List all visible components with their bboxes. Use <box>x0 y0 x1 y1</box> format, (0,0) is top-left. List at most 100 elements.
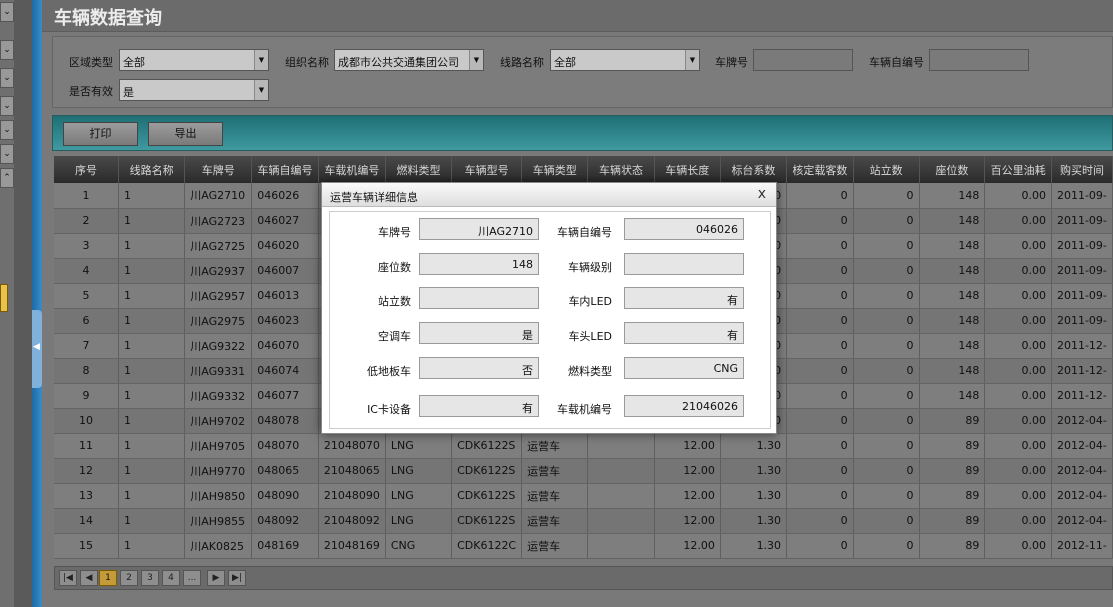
export-button[interactable]: 导出 <box>148 122 223 146</box>
collapse-splitter[interactable]: ◀ <box>32 310 42 388</box>
org-name-select[interactable]: 成都市公共交通集团公司 ▼ <box>334 49 484 71</box>
column-header[interactable]: 序号 <box>54 156 120 183</box>
table-cell: 148 <box>919 308 986 334</box>
table-cell: 2012-11- <box>1051 533 1113 559</box>
table-cell: 0 <box>786 433 854 459</box>
page-1-button[interactable]: 1 <box>99 570 117 586</box>
column-header[interactable]: 百公里油耗 <box>984 156 1052 183</box>
device-no-field[interactable]: 21046026 <box>624 395 744 417</box>
table-cell: 12.00 <box>654 433 721 459</box>
nav-chevron-icon[interactable]: ⌄ <box>0 120 14 140</box>
table-row[interactable]: 11 1 川AH9705 048070 21048070 LNG CDK6122S 运营车 12… <box>54 433 1113 459</box>
table-cell: 0 <box>853 308 920 334</box>
column-header[interactable]: 车辆类型 <box>521 156 589 183</box>
table-cell: 2011-09- <box>1051 183 1113 209</box>
table-cell: 21048090 <box>318 483 386 509</box>
table-cell: 12.00 <box>654 458 721 484</box>
table-cell: 0.00 <box>984 433 1052 459</box>
column-header[interactable]: 燃料类型 <box>385 156 453 183</box>
table-cell: 1 <box>118 258 186 284</box>
next-page-button[interactable]: ▶ <box>207 570 225 586</box>
level-field[interactable] <box>624 253 744 275</box>
close-icon[interactable]: x <box>758 186 766 202</box>
line-name-select[interactable]: 全部 ▼ <box>550 49 700 71</box>
self-no-input[interactable] <box>929 49 1029 71</box>
table-cell: 046007 <box>251 258 319 284</box>
table-cell: 89 <box>919 458 986 484</box>
table-row[interactable]: 12 1 川AH9770 048065 21048065 LNG CDK6122S 运营车 12… <box>54 458 1113 484</box>
table-row[interactable]: 13 1 川AH9850 048090 21048090 LNG CDK6122S 运营车 12… <box>54 483 1113 509</box>
table-cell: 1 <box>118 383 186 409</box>
table-row[interactable]: 14 1 川AH9855 048092 21048092 LNG CDK6122S 运营车 12… <box>54 508 1113 534</box>
first-page-button[interactable]: |◀ <box>59 570 77 586</box>
nav-chevron-icon[interactable]: ⌄ <box>0 96 14 116</box>
column-header[interactable]: 站立数 <box>853 156 920 183</box>
fuel-field[interactable]: CNG <box>624 357 744 379</box>
page-3-button[interactable]: 3 <box>141 570 159 586</box>
column-header[interactable]: 车牌号 <box>184 156 253 183</box>
table-cell: 川AG9331 <box>184 358 253 384</box>
area-type-select[interactable]: 全部 ▼ <box>119 49 269 71</box>
table-cell: 川AH9702 <box>184 408 253 434</box>
table-cell: 0.00 <box>984 208 1052 234</box>
plate-no-input[interactable] <box>753 49 853 71</box>
table-cell: 0.00 <box>984 183 1052 209</box>
org-name-label: 组织名称 <box>285 56 329 69</box>
title-bar: 车辆数据查询 <box>42 0 1113 32</box>
self-no-field[interactable]: 046026 <box>624 218 744 240</box>
nav-chevron-icon[interactable]: ⌃ <box>0 168 14 188</box>
nav-chevron-icon[interactable]: ⌄ <box>0 40 14 60</box>
column-header[interactable]: 车辆自编号 <box>251 156 319 183</box>
column-header[interactable]: 购买时间 <box>1051 156 1113 183</box>
org-name-value: 成都市公共交通集团公司 <box>338 56 459 69</box>
column-header[interactable]: 车辆状态 <box>587 156 655 183</box>
table-cell: 21048070 <box>318 433 386 459</box>
valid-select[interactable]: 是 ▼ <box>119 79 269 101</box>
table-cell: CDK6122S <box>451 433 523 459</box>
table-cell: 2011-09- <box>1051 283 1113 309</box>
head-led-field[interactable]: 有 <box>624 322 744 344</box>
prev-page-button[interactable]: ◀ <box>80 570 98 586</box>
nav-chevron-icon[interactable]: ⌄ <box>0 68 14 88</box>
print-button[interactable]: 打印 <box>63 122 138 146</box>
table-cell: 148 <box>919 383 986 409</box>
column-header[interactable]: 核定载客数 <box>786 156 854 183</box>
column-header[interactable]: 车载机编号 <box>318 156 386 183</box>
toolbar: 打印 导出 <box>52 115 1113 151</box>
nav-chevron-icon[interactable]: ⌄ <box>0 2 14 22</box>
table-cell: 运营车 <box>521 533 589 559</box>
last-page-button[interactable]: ▶| <box>228 570 246 586</box>
collapse-arrow-icon: ◀ <box>33 342 40 352</box>
table-cell: 89 <box>919 408 986 434</box>
table-cell: 046027 <box>251 208 319 234</box>
pager: |◀ ◀ 1 2 3 4 ... ▶ ▶| <box>54 566 1113 590</box>
table-cell: 1 <box>118 458 186 484</box>
page-more-button[interactable]: ... <box>183 570 201 586</box>
table-cell: 0 <box>853 533 920 559</box>
table-cell: 148 <box>919 358 986 384</box>
table-cell: 0 <box>786 408 854 434</box>
table-cell: 川AG9332 <box>184 383 253 409</box>
column-header[interactable]: 线路名称 <box>118 156 186 183</box>
column-header[interactable]: 车辆长度 <box>654 156 721 183</box>
inner-led-field[interactable]: 有 <box>624 287 744 309</box>
table-cell <box>587 483 655 509</box>
column-header[interactable]: 座位数 <box>919 156 986 183</box>
page-4-button[interactable]: 4 <box>162 570 180 586</box>
table-cell: 川AH9705 <box>184 433 253 459</box>
table-cell: 12.00 <box>654 483 721 509</box>
nav-chevron-icon[interactable]: ⌄ <box>0 144 14 164</box>
table-cell: 1 <box>118 183 186 209</box>
table-cell: 7 <box>54 333 120 359</box>
nav-selected-item[interactable] <box>0 284 8 312</box>
table-cell: 1 <box>118 233 186 259</box>
table-row[interactable]: 15 1 川AK0825 048169 21048169 CNG CDK6122C 运营车 12… <box>54 533 1113 559</box>
head-led-label: 车头LED <box>568 330 612 343</box>
table-cell: 0 <box>853 408 920 434</box>
column-header[interactable]: 车辆型号 <box>451 156 523 183</box>
page-2-button[interactable]: 2 <box>120 570 138 586</box>
table-cell: 0 <box>853 283 920 309</box>
table-cell: 0 <box>853 433 920 459</box>
fuel-label: 燃料类型 <box>568 365 612 378</box>
column-header[interactable]: 标台系数 <box>720 156 788 183</box>
